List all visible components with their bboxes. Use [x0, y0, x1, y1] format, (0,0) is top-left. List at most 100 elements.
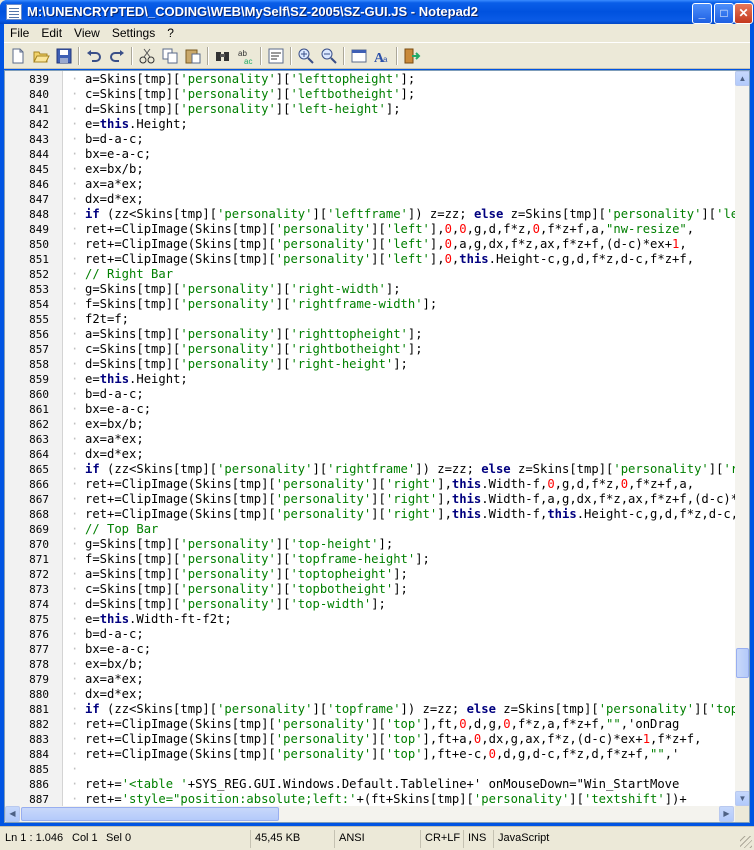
code-line[interactable]: 863 · ax=a*ex;	[5, 432, 735, 447]
code-line[interactable]: 865 · if (zz<Skins[tmp]['personality']['ri…	[5, 462, 735, 477]
menu-settings[interactable]: Settings	[106, 24, 161, 42]
code-line[interactable]: 844 · bx=e-a-c;	[5, 147, 735, 162]
font-icon[interactable]: Aa	[373, 47, 391, 65]
copy-icon[interactable]	[161, 47, 179, 65]
code-line[interactable]: 857 · c=Skins[tmp]['personality']['rightbo…	[5, 342, 735, 357]
code-line[interactable]: 855 · f2t=f;	[5, 312, 735, 327]
code-line[interactable]: 854 · f=Skins[tmp]['personality']['rightfr…	[5, 297, 735, 312]
line-number: 881	[29, 703, 49, 716]
save-icon[interactable]	[55, 47, 73, 65]
maximize-button[interactable]: □	[714, 3, 734, 24]
code-line[interactable]: 884 · ret+=ClipImage(Skins[tmp]['personali…	[5, 747, 735, 762]
line-number: 840	[29, 88, 49, 101]
code-line[interactable]: 851 · ret+=ClipImage(Skins[tmp]['personali…	[5, 252, 735, 267]
scroll-right-icon[interactable]: ▶	[719, 806, 734, 822]
new-icon[interactable]	[9, 47, 27, 65]
horizontal-scroll-thumb[interactable]	[21, 807, 279, 821]
code-line[interactable]: 850 · ret+=ClipImage(Skins[tmp]['personali…	[5, 237, 735, 252]
scroll-left-icon[interactable]: ◀	[5, 806, 20, 822]
exit-icon[interactable]	[403, 47, 421, 65]
notepad-app-icon[interactable]	[6, 4, 22, 20]
scroll-up-icon[interactable]: ▲	[735, 71, 749, 86]
code-line[interactable]: 848 · if (zz<Skins[tmp]['personality']['le…	[5, 207, 735, 222]
code-line[interactable]: 845 · ex=bx/b;	[5, 162, 735, 177]
code-line[interactable]: 875 · e=this.Width-ft-f2t;	[5, 612, 735, 627]
scroll-down-icon[interactable]: ▼	[735, 791, 749, 806]
code-text: e=this.Width-ft-f2t;	[85, 612, 232, 626]
zoom-out-icon[interactable]	[320, 47, 338, 65]
code-line[interactable]: 840 · c=Skins[tmp]['personality']['leftbot…	[5, 87, 735, 102]
code-line[interactable]: 880 · dx=d*ex;	[5, 687, 735, 702]
title-bar[interactable]: M:\UNENCRYPTED\_CODING\WEB\MySelf\SZ-200…	[0, 0, 754, 24]
open-icon[interactable]	[32, 47, 50, 65]
code-text: b=d-a-c;	[85, 132, 144, 146]
code-line[interactable]: 886 · ret+='<table '+SYS_REG.GUI.Windows.D…	[5, 777, 735, 792]
code-line[interactable]: 862 · ex=bx/b;	[5, 417, 735, 432]
code-line[interactable]: 873 · c=Skins[tmp]['personality']['topboth…	[5, 582, 735, 597]
code-line[interactable]: 869 · // Top Bar	[5, 522, 735, 537]
menu-help[interactable]: ?	[161, 24, 180, 42]
menu-view[interactable]: View	[68, 24, 106, 42]
code-line[interactable]: 872 · a=Skins[tmp]['personality']['toptoph…	[5, 567, 735, 582]
resize-grip-icon[interactable]	[740, 836, 752, 848]
code-editor[interactable]: 839 · a=Skins[tmp]['personality']['lefttop…	[4, 70, 750, 823]
code-line[interactable]: 881 · if (zz<Skins[tmp]['personality']['to…	[5, 702, 735, 717]
line-number: 863	[29, 433, 49, 446]
code-line[interactable]: 871 · f=Skins[tmp]['personality']['topfram…	[5, 552, 735, 567]
code-area[interactable]: 839 · a=Skins[tmp]['personality']['lefttop…	[5, 71, 735, 806]
code-line[interactable]: 866 · ret+=ClipImage(Skins[tmp]['personali…	[5, 477, 735, 492]
close-button[interactable]: ✕	[734, 3, 753, 24]
indent-marker: ·	[71, 327, 79, 341]
code-line[interactable]: 856 · a=Skins[tmp]['personality']['rightto…	[5, 327, 735, 342]
menu-edit[interactable]: Edit	[35, 24, 68, 42]
cut-icon[interactable]	[138, 47, 156, 65]
code-line[interactable]: 864 · dx=d*ex;	[5, 447, 735, 462]
status-line-endings[interactable]: CR+LF	[420, 830, 460, 848]
menu-file[interactable]: File	[4, 24, 35, 42]
redo-icon[interactable]	[108, 47, 126, 65]
code-line[interactable]: 858 · d=Skins[tmp]['personality']['right-h…	[5, 357, 735, 372]
line-number: 859	[29, 373, 49, 386]
code-line[interactable]: 883 · ret+=ClipImage(Skins[tmp]['personali…	[5, 732, 735, 747]
code-line[interactable]: 842 · e=this.Height;	[5, 117, 735, 132]
find-icon[interactable]	[214, 47, 232, 65]
code-line[interactable]: 879 · ax=a*ex;	[5, 672, 735, 687]
zoom-in-icon[interactable]	[297, 47, 315, 65]
code-line[interactable]: 878 · ex=bx/b;	[5, 657, 735, 672]
code-line[interactable]: 852 · // Right Bar	[5, 267, 735, 282]
code-line[interactable]: 847 · dx=d*ex;	[5, 192, 735, 207]
code-line[interactable]: 885 ·	[5, 762, 735, 777]
replace-icon[interactable]: abac	[237, 47, 255, 65]
code-line[interactable]: 843 · b=d-a-c;	[5, 132, 735, 147]
indent-marker: ·	[71, 357, 79, 371]
undo-icon[interactable]	[85, 47, 103, 65]
minimize-button[interactable]: _	[692, 3, 712, 24]
status-language[interactable]: JavaScript	[493, 830, 549, 848]
code-line[interactable]: 859 · e=this.Height;	[5, 372, 735, 387]
vertical-scroll-thumb[interactable]	[736, 648, 749, 678]
code-line[interactable]: 860 · b=d-a-c;	[5, 387, 735, 402]
vertical-scrollbar[interactable]: ▲ ▼	[735, 71, 749, 806]
word-wrap-icon[interactable]	[267, 47, 285, 65]
status-encoding[interactable]: ANSI	[334, 830, 365, 848]
code-line[interactable]: 877 · bx=e-a-c;	[5, 642, 735, 657]
code-line[interactable]: 882 · ret+=ClipImage(Skins[tmp]['personali…	[5, 717, 735, 732]
status-insert-mode[interactable]: INS	[463, 830, 486, 848]
code-line[interactable]: 876 · b=d-a-c;	[5, 627, 735, 642]
code-line[interactable]: 846 · ax=a*ex;	[5, 177, 735, 192]
code-line[interactable]: 874 · d=Skins[tmp]['personality']['top-wid…	[5, 597, 735, 612]
code-line[interactable]: 887 · ret+='style="position:absolute;left:…	[5, 792, 735, 806]
indent-marker: ·	[71, 732, 79, 746]
code-line[interactable]: 841 · d=Skins[tmp]['personality']['left-he…	[5, 102, 735, 117]
code-line[interactable]: 853 · g=Skins[tmp]['personality']['right-w…	[5, 282, 735, 297]
code-line[interactable]: 861 · bx=e-a-c;	[5, 402, 735, 417]
indent-marker: ·	[71, 282, 79, 296]
horizontal-scrollbar[interactable]: ◀ ▶	[5, 806, 735, 822]
paste-icon[interactable]	[184, 47, 202, 65]
code-line[interactable]: 867 · ret+=ClipImage(Skins[tmp]['personali…	[5, 492, 735, 507]
scheme-icon[interactable]	[350, 47, 368, 65]
code-line[interactable]: 849 · ret+=ClipImage(Skins[tmp]['personali…	[5, 222, 735, 237]
code-line[interactable]: 839 · a=Skins[tmp]['personality']['lefttop…	[5, 72, 735, 87]
code-line[interactable]: 868 · ret+=ClipImage(Skins[tmp]['personali…	[5, 507, 735, 522]
code-line[interactable]: 870 · g=Skins[tmp]['personality']['top-hei…	[5, 537, 735, 552]
